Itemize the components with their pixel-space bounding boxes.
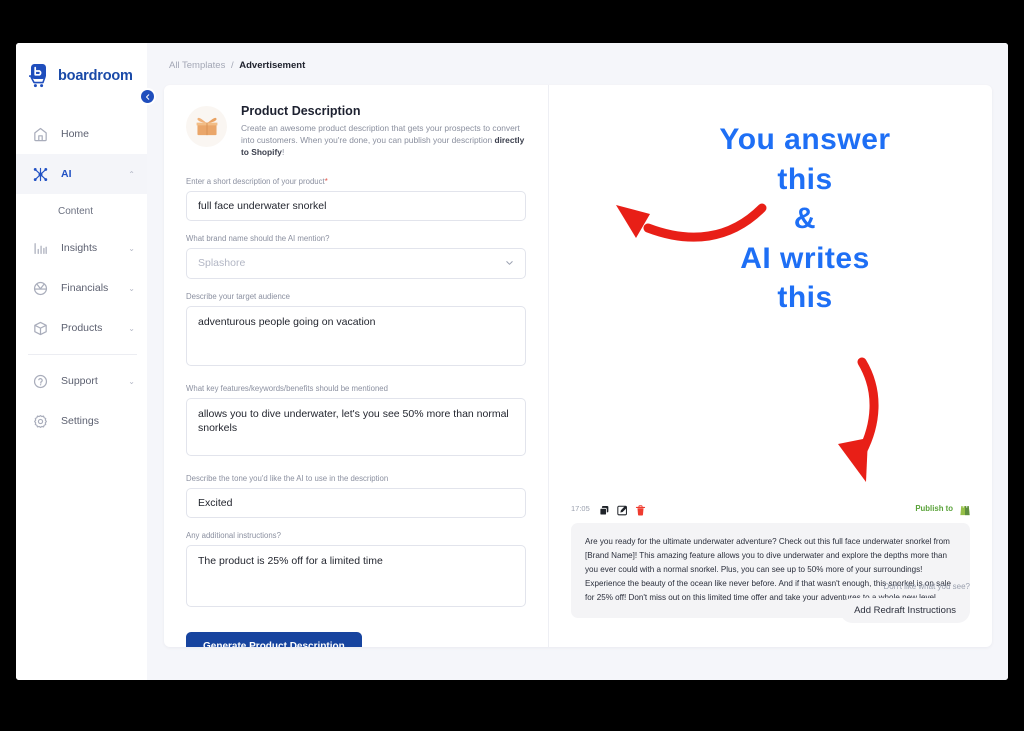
field-target-audience: Describe your target audience	[186, 292, 526, 371]
output-timestamp: 17:05	[571, 504, 590, 513]
brand-logo[interactable]: boardroom	[16, 52, 147, 92]
chevron-left-icon	[145, 93, 149, 100]
redraft-hint: Don't like what you see?	[883, 582, 970, 591]
breadcrumb-root[interactable]: All Templates	[169, 60, 225, 71]
chevron-up-icon: ⌃	[128, 169, 135, 179]
field-label: What key features/keywords/benefits shou…	[186, 383, 388, 393]
sidebar-item-content[interactable]: Content	[16, 194, 147, 228]
output-pane: 17:05 Publish to Are you ready for the u…	[549, 85, 992, 647]
chevron-down-icon: ⌄	[128, 376, 135, 386]
app-window: boardroom Home AI ⌃ Content Insights ⌄ F…	[16, 43, 1008, 680]
gear-icon	[32, 413, 49, 430]
output-toolbar: 17:05 Publish to	[571, 503, 970, 516]
breadcrumb-current: Advertisement	[239, 60, 306, 71]
form-pane: Product Description Create an awesome pr…	[164, 85, 549, 647]
sidebar-nav: Home AI ⌃ Content Insights ⌄ Financials …	[16, 114, 147, 441]
breadcrumb: All Templates / Advertisement	[164, 60, 992, 71]
template-card: Product Description Create an awesome pr…	[164, 85, 992, 647]
chevron-down-icon: ⌄	[128, 283, 135, 293]
additional-instructions-textarea[interactable]	[186, 544, 526, 607]
key-features-textarea[interactable]	[186, 397, 526, 456]
sidebar-collapse-button[interactable]	[141, 90, 154, 103]
sidebar-subitem-label: Content	[58, 205, 94, 217]
edit-icon[interactable]	[617, 503, 628, 516]
pie-chart-icon	[32, 280, 49, 297]
open-box-icon	[186, 106, 227, 147]
template-title: Product Description	[241, 104, 361, 118]
sidebar-item-label: Support	[61, 375, 98, 387]
add-redraft-instructions-button[interactable]: Add Redraft Instructions	[840, 598, 970, 623]
generate-product-description-button[interactable]: Generate Product Description	[186, 631, 362, 647]
publish-label: Publish to	[915, 504, 953, 513]
sidebar-item-ai[interactable]: AI ⌃	[16, 154, 147, 194]
sidebar-item-label: Financials	[61, 282, 109, 294]
template-description-line2-pre: When you're done, you can publish your d…	[300, 135, 495, 146]
sidebar-item-label: Settings	[61, 415, 99, 427]
field-key-features: What key features/keywords/benefits shou…	[186, 384, 526, 461]
boardroom-cart-logo-icon	[28, 63, 51, 89]
sidebar-item-support[interactable]: Support ⌄	[16, 361, 147, 401]
field-label: What brand name should the AI mention?	[186, 233, 330, 243]
ai-nodes-icon	[32, 166, 49, 183]
bar-chart-icon	[32, 240, 49, 257]
sidebar-item-insights[interactable]: Insights ⌄	[16, 228, 147, 268]
field-label: Any additional instructions?	[186, 530, 281, 540]
field-label-text: Enter a short description of your produc…	[186, 176, 325, 186]
main-content: All Templates / Advertisement Product De…	[147, 43, 1008, 680]
redraft-section: Don't like what you see? Add Redraft Ins…	[840, 582, 970, 623]
template-description: Create an awesome product description th…	[241, 122, 526, 159]
brand-name: boardroom	[58, 68, 133, 84]
sidebar-divider	[28, 354, 137, 355]
field-tone: Describe the tone you'd like the AI to u…	[186, 474, 526, 518]
sidebar-item-label: Insights	[61, 242, 98, 254]
sidebar-item-label: AI	[61, 168, 72, 180]
chevron-down-icon: ⌄	[128, 323, 135, 333]
home-icon	[32, 126, 49, 143]
template-description-line2-post: !	[281, 147, 285, 158]
copy-icon[interactable]	[599, 503, 610, 516]
sidebar-item-settings[interactable]: Settings	[16, 401, 147, 441]
short-description-input[interactable]	[186, 190, 526, 221]
field-label: Describe the tone you'd like the AI to u…	[186, 473, 389, 483]
tone-input[interactable]	[186, 487, 526, 518]
brand-name-placeholder: Splashore	[198, 257, 246, 270]
delete-icon[interactable]	[635, 503, 646, 516]
screenshot-root: boardroom Home AI ⌃ Content Insights ⌄ F…	[0, 0, 1024, 731]
breadcrumb-separator: /	[230, 60, 234, 71]
publish-to-shopify-button[interactable]: Publish to	[915, 503, 970, 516]
sidebar-item-home[interactable]: Home	[16, 114, 147, 154]
sidebar-item-financials[interactable]: Financials ⌄	[16, 268, 147, 308]
required-marker: *	[324, 176, 328, 186]
help-icon	[32, 373, 49, 390]
brand-name-select[interactable]: Splashore	[186, 247, 526, 279]
field-label: Describe your target audience	[186, 291, 291, 301]
template-header: Product Description Create an awesome pr…	[186, 104, 526, 159]
shopify-bag-icon	[959, 503, 970, 516]
target-audience-textarea[interactable]	[186, 305, 526, 366]
box-icon	[32, 320, 49, 337]
field-label: Enter a short description of your produc…	[186, 177, 526, 186]
field-brand-name: What brand name should the AI mention? S…	[186, 234, 526, 279]
field-short-description: Enter a short description of your produc…	[186, 177, 526, 221]
chevron-down-icon	[505, 258, 514, 269]
sidebar: boardroom Home AI ⌃ Content Insights ⌄ F…	[16, 43, 154, 680]
sidebar-item-products[interactable]: Products ⌄	[16, 308, 147, 348]
chevron-down-icon: ⌄	[128, 243, 135, 253]
sidebar-item-label: Home	[61, 128, 90, 140]
sidebar-item-label: Products	[61, 322, 103, 334]
field-additional-instructions: Any additional instructions?	[186, 531, 526, 612]
